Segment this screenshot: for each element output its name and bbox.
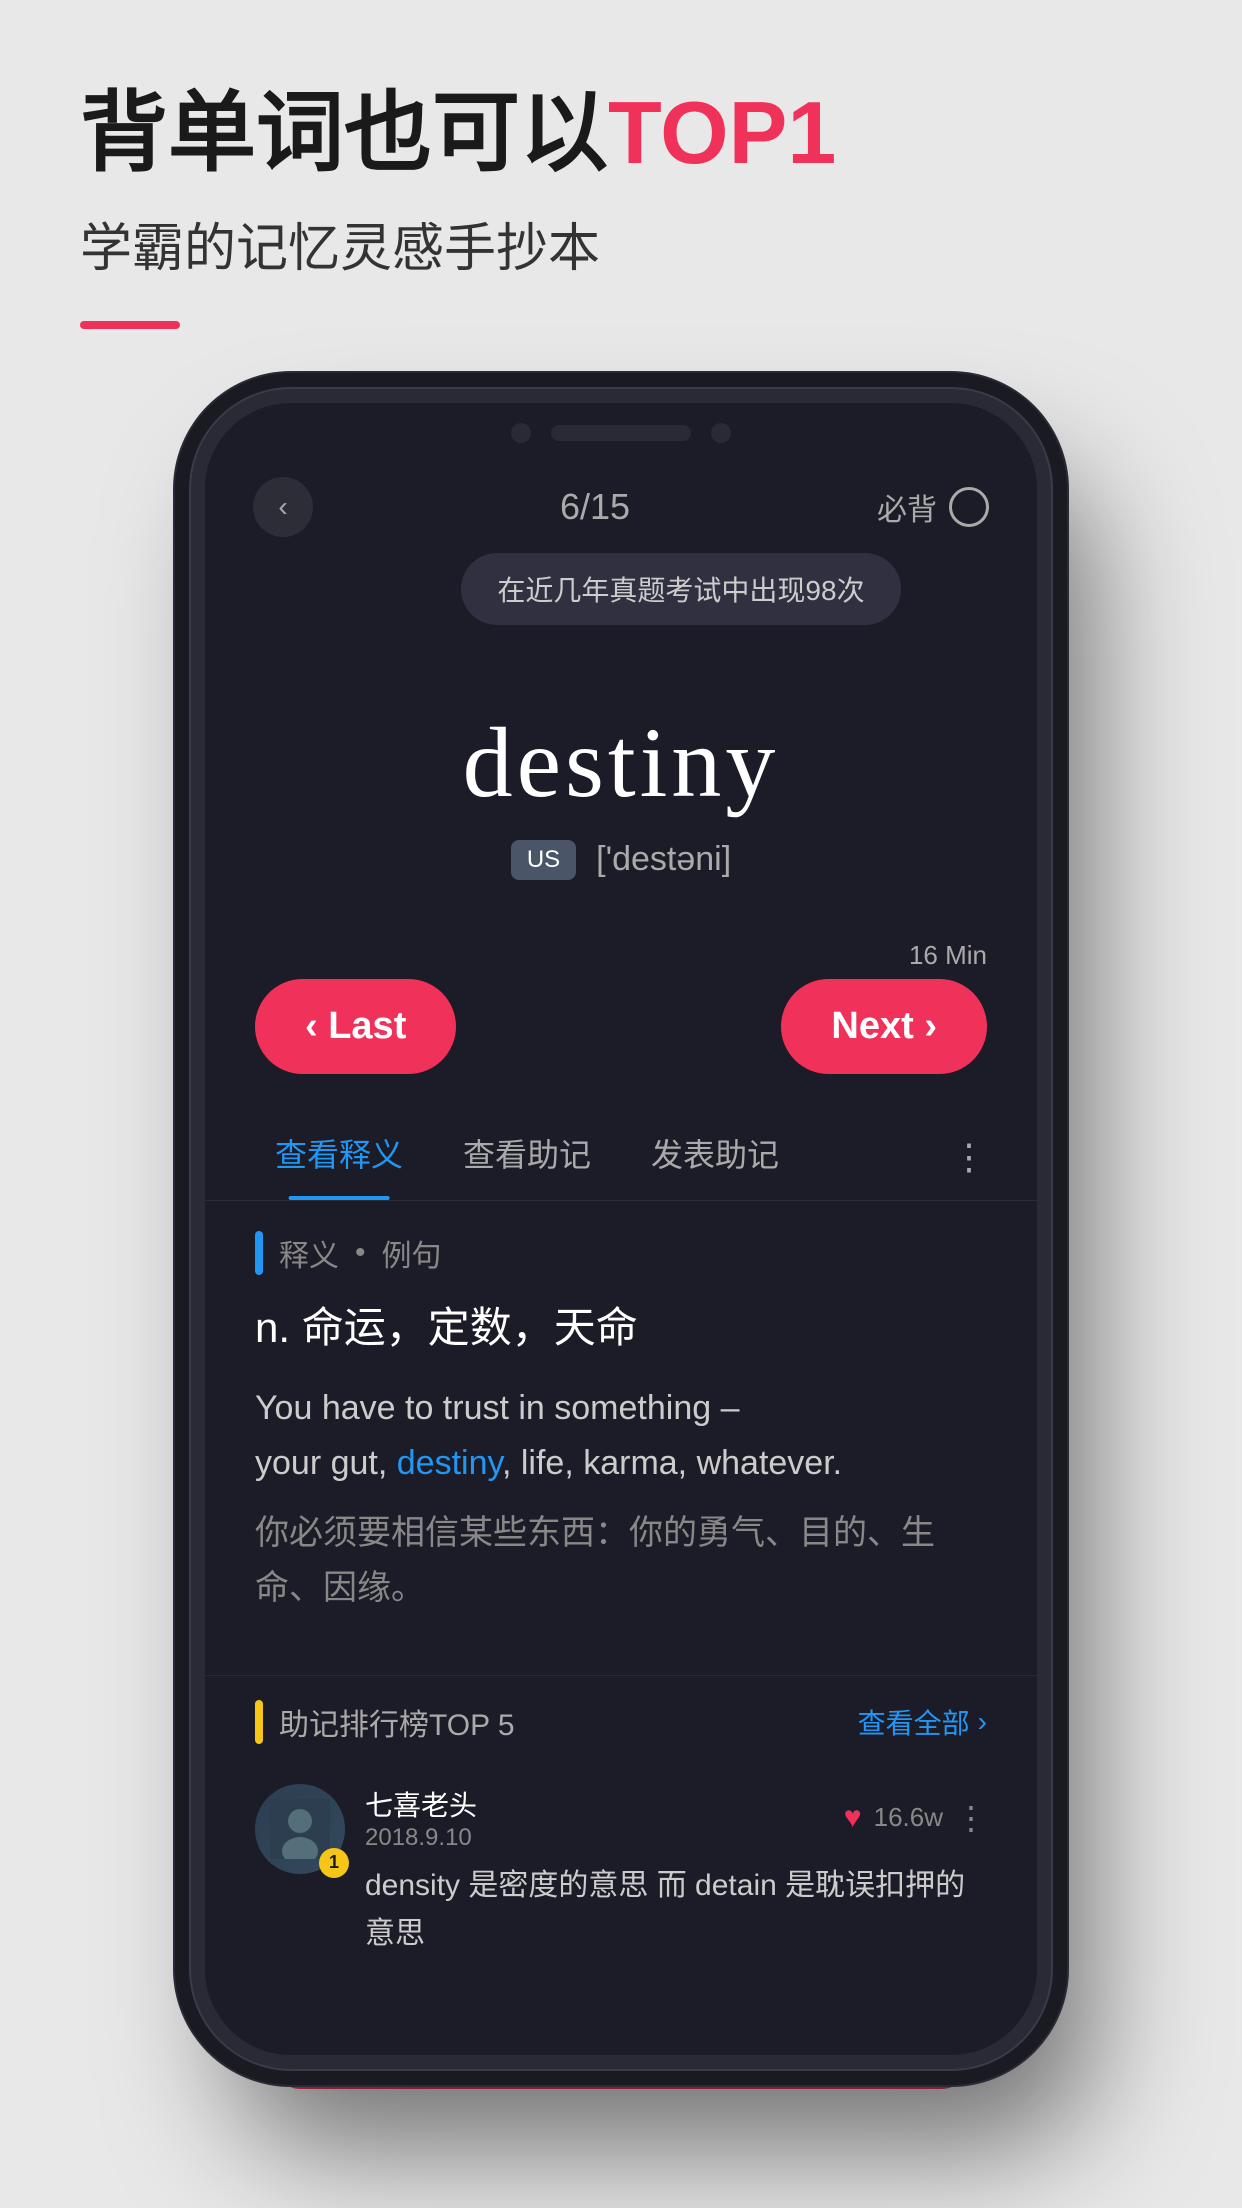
- example-chinese: 你必须要相信某些东西：你的勇气、目的、生命、因缘。: [255, 1506, 987, 1615]
- user-info: 七喜老头 2018.9.10 ♥ 16.6w ⋮ density 是密度的意思 …: [365, 1784, 987, 1958]
- tab-mnemonic-view[interactable]: 查看助记: [443, 1114, 611, 1200]
- must-remember-toggle[interactable]: 必背: [877, 485, 989, 529]
- example-word-highlight: destiny: [397, 1444, 502, 1482]
- content-section: 释义 • 例句 n. 命运，定数，天命 You have to trust in…: [205, 1201, 1037, 1675]
- word-display: destiny US ['destəni]: [205, 675, 1037, 930]
- tabs-more-button[interactable]: ⋮: [951, 1136, 987, 1178]
- main-headline: 背单词也可以TOP1: [80, 80, 1162, 186]
- phone-top-bar: [205, 403, 1037, 453]
- headline-prefix: 背单词也可以: [80, 83, 608, 182]
- user-date: 2018.9.10: [365, 1824, 477, 1852]
- must-label: 必背: [877, 485, 937, 529]
- next-button[interactable]: Next ›: [781, 979, 987, 1074]
- view-all-label: 查看全部: [858, 1702, 970, 1742]
- phone-mockup-container: ‹ 6/15 必背 在近几年真题考试中出现98次 destiny: [0, 389, 1242, 2069]
- mnemonic-title: 助记排行榜TOP 5: [279, 1700, 515, 1744]
- time-hint: 16 Min: [255, 940, 987, 971]
- heart-icon[interactable]: ♥: [844, 1801, 862, 1835]
- must-circle-icon: [949, 487, 989, 527]
- phonetic-text: ['destəni]: [596, 840, 731, 879]
- like-row: ♥ 16.6w ⋮: [844, 1799, 987, 1837]
- phone-device: ‹ 6/15 必背 在近几年真题考试中出现98次 destiny: [191, 389, 1051, 2069]
- tab-definition[interactable]: 查看释义: [255, 1114, 423, 1200]
- tabs-row: 查看释义 查看助记 发表助记 ⋮: [205, 1094, 1037, 1201]
- back-arrow-icon: ‹: [278, 491, 287, 523]
- example-en-part2: , life, karma, whatever.: [502, 1444, 842, 1482]
- mnemonic-ranking-section: 助记排行榜TOP 5 查看全部 ›: [205, 1675, 1037, 1998]
- last-button[interactable]: ‹ Last: [255, 979, 456, 1074]
- more-dots-icon: ⋮: [951, 1136, 987, 1177]
- decorative-line: [80, 321, 180, 329]
- section-sub-title: 例句: [382, 1231, 442, 1275]
- phone-screen: ‹ 6/15 必背 在近几年真题考试中出现98次 destiny: [205, 453, 1037, 1998]
- camera-dot-right: [711, 423, 731, 443]
- entry-more-icon[interactable]: ⋮: [955, 1799, 987, 1837]
- username: 七喜老头: [365, 1784, 477, 1824]
- rank-badge: 1: [319, 1848, 349, 1878]
- screen-header: ‹ 6/15 必背: [205, 453, 1037, 553]
- section-title: 释义: [279, 1231, 339, 1275]
- tab-mnemonic-post[interactable]: 发表助记: [631, 1114, 799, 1200]
- tab-mnemonic-post-label: 发表助记: [651, 1137, 779, 1173]
- section-label-row: 释义 • 例句: [255, 1231, 987, 1275]
- user-name-date: 七喜老头 2018.9.10: [365, 1784, 477, 1852]
- progress-indicator: 6/15: [560, 486, 630, 528]
- back-button[interactable]: ‹: [253, 477, 313, 537]
- mnemonic-title-row: 助记排行榜TOP 5: [255, 1700, 515, 1744]
- phonetic-row: US ['destəni]: [245, 840, 997, 880]
- speaker-grille: [551, 425, 691, 441]
- frequency-tooltip: 在近几年真题考试中出现98次: [461, 553, 900, 625]
- app-background: 背单词也可以TOP1 学霸的记忆灵感手抄本: [0, 0, 1242, 329]
- view-all-button[interactable]: 查看全部 ›: [858, 1702, 987, 1742]
- mnemonic-content-text: density 是密度的意思 而 detain 是耽误扣押的意思: [365, 1862, 987, 1958]
- avatar-svg: [270, 1799, 330, 1859]
- headline-suffix: TOP1: [608, 83, 836, 182]
- subheadline: 学霸的记忆灵感手抄本: [80, 206, 1162, 281]
- yellow-section-bar: [255, 1700, 263, 1744]
- definition-text: n. 命运，定数，天命: [255, 1299, 987, 1358]
- user-meta-row: 七喜老头 2018.9.10 ♥ 16.6w ⋮: [365, 1784, 987, 1852]
- avatar-container: 1: [255, 1784, 345, 1874]
- word-main: destiny: [245, 705, 997, 820]
- chevron-right-icon: ›: [978, 1706, 987, 1738]
- camera-dot: [511, 423, 531, 443]
- us-badge: US: [511, 840, 576, 880]
- mnemonic-header: 助记排行榜TOP 5 查看全部 ›: [255, 1700, 987, 1744]
- tooltip-text: 在近几年真题考试中出现98次: [497, 569, 864, 609]
- section-separator: •: [355, 1236, 366, 1270]
- tab-mnemonic-label: 查看助记: [463, 1137, 591, 1173]
- blue-section-bar: [255, 1231, 263, 1275]
- example-english: You have to trust in something –your gut…: [255, 1381, 987, 1490]
- tab-definition-label: 查看释义: [275, 1137, 403, 1173]
- mnemonic-entry: 1 七喜老头 2018.9.10 ♥ 16.6w: [255, 1768, 987, 1974]
- like-count: 16.6w: [874, 1802, 943, 1833]
